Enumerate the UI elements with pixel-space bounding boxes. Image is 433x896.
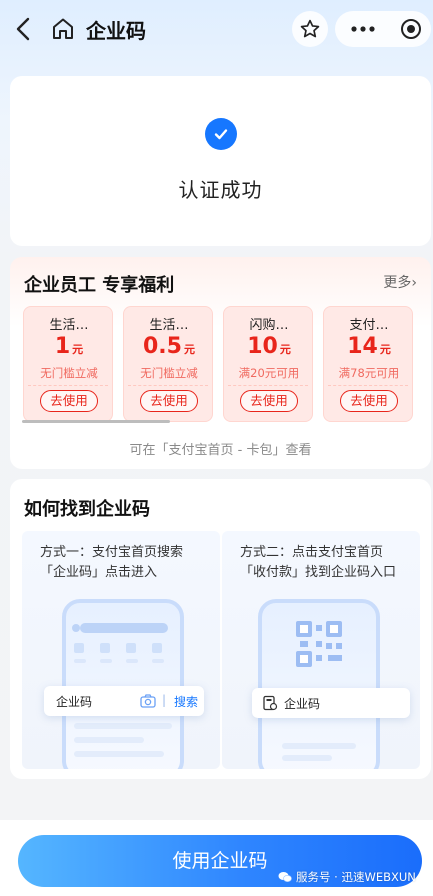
- auth-success-card: 认证成功: [10, 76, 431, 246]
- more-dots-icon: [351, 26, 375, 32]
- wechat-icon: [278, 872, 292, 883]
- benefits-card: 企业员工 专享福利 更多› 生活… 1元 无门槛立减 去使用 生活… 0.5 元 …: [10, 257, 431, 469]
- how-title: 如何找到企业码: [24, 499, 150, 520]
- target-icon: [401, 19, 421, 39]
- entry-illustration: 企业码: [252, 688, 410, 718]
- search-bar-text: 企业码: [56, 695, 93, 709]
- coupon-scrollbar[interactable]: [22, 420, 170, 423]
- coupon-amount: 1元: [54, 334, 84, 359]
- coupon-amount: 10 元: [247, 334, 291, 359]
- watermark: 服务号 · 迅速WEBXUN: [278, 869, 416, 885]
- camera-icon: [140, 694, 156, 708]
- coupon-divider: [228, 385, 308, 386]
- coupon-card[interactable]: 闪购… 10 元 满20元可用 去使用: [223, 306, 313, 422]
- method-one-text: 方式一：支付宝首页搜索 「企业码」点击进入: [40, 545, 184, 580]
- use-coupon-button[interactable]: 去使用: [40, 390, 98, 412]
- method-two-panel: 方式二：点击支付宝首页 「收付款」找到企业码入口 企业码: [222, 531, 420, 769]
- coupon-condition: 无门槛立减: [140, 366, 198, 380]
- coupon-divider: [128, 385, 208, 386]
- method-one-panel: 方式一：支付宝首页搜索 「企业码」点击进入 企业码 | 搜索: [22, 531, 220, 769]
- phone-illustration: [258, 599, 380, 769]
- coupon-amount: 0.5 元: [143, 334, 195, 359]
- use-coupon-button[interactable]: 去使用: [240, 390, 298, 412]
- watermark-text: 服务号 · 迅速WEBXUN: [296, 870, 416, 884]
- home-icon[interactable]: [50, 16, 76, 42]
- use-coupon-button[interactable]: 去使用: [340, 390, 398, 412]
- coupon-condition: 满20元可用: [238, 366, 300, 380]
- coupon-condition: 无门槛立减: [40, 366, 98, 380]
- search-button-illustration: 搜索: [174, 695, 199, 709]
- qr-code-icon: [282, 621, 356, 761]
- more-button[interactable]: [345, 11, 381, 47]
- coupon-name: 闪购…: [249, 318, 289, 333]
- coupon-list[interactable]: 生活… 1元 无门槛立减 去使用 生活… 0.5 元 无门槛立减 去使用 闪购… …: [23, 306, 431, 422]
- method-two-text: 方式二：点击支付宝首页 「收付款」找到企业码入口: [240, 545, 397, 580]
- close-miniapp-button[interactable]: [393, 11, 429, 47]
- coupon-name: 支付…: [349, 318, 389, 333]
- favorite-button[interactable]: [292, 11, 328, 47]
- separator: |: [162, 693, 167, 707]
- coupon-divider: [328, 385, 408, 386]
- coupon-condition: 满78元可用: [338, 366, 400, 380]
- phone-illustration: [62, 599, 184, 769]
- benefits-hint: 可在「支付宝首页 - 卡包」查看: [129, 443, 312, 458]
- mini-program-capsule: [335, 11, 431, 47]
- page-title: 企业码: [86, 19, 146, 43]
- coupon-name: 生活…: [49, 318, 89, 333]
- star-icon: [300, 19, 320, 38]
- search-bar-illustration: 企业码 | 搜索: [44, 686, 204, 716]
- how-to-find-card: 如何找到企业码 方式一：支付宝首页搜索 「企业码」点击进入 企业码 | 搜索 方…: [10, 479, 431, 779]
- coupon-card[interactable]: 生活… 1元 无门槛立减 去使用: [23, 306, 113, 422]
- coupon-name: 生活…: [149, 318, 189, 333]
- coupon-card[interactable]: 支付… 14 元 满78元可用 去使用: [323, 306, 413, 422]
- back-icon[interactable]: [12, 15, 36, 43]
- use-coupon-button[interactable]: 去使用: [140, 390, 198, 412]
- check-icon: [204, 118, 237, 150]
- enterprise-code-icon: [263, 695, 278, 711]
- more-link[interactable]: 更多›: [383, 272, 417, 292]
- success-text: 认证成功: [178, 178, 263, 202]
- coupon-amount: 14 元: [347, 334, 391, 359]
- top-nav: 企业码: [0, 0, 433, 58]
- benefits-title: 企业员工 专享福利: [24, 275, 175, 296]
- coupon-divider: [28, 385, 108, 386]
- coupon-card[interactable]: 生活… 0.5 元 无门槛立减 去使用: [123, 306, 213, 422]
- entry-text: 企业码: [284, 697, 321, 711]
